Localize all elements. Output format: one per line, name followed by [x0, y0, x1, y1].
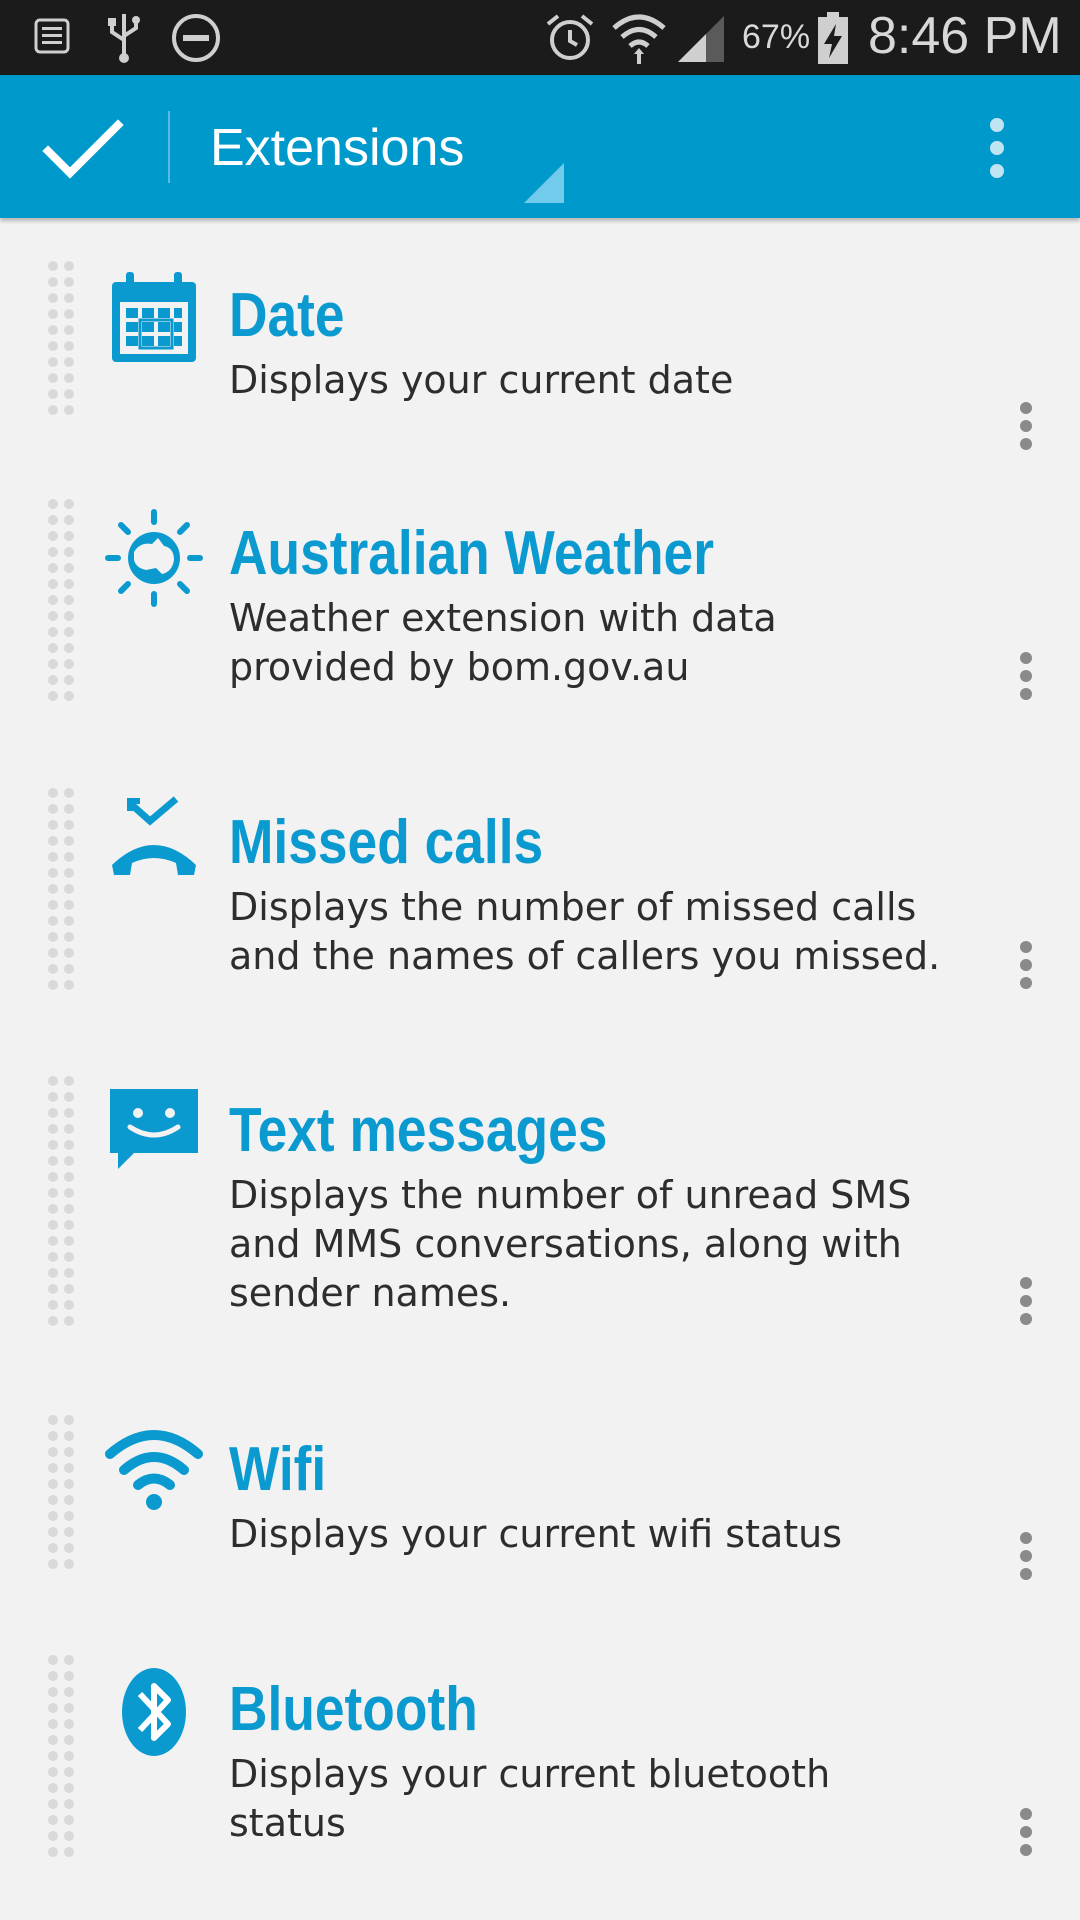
drag-handle-icon[interactable] — [46, 787, 80, 997]
wifi-icon — [105, 1430, 203, 1510]
weather-australia-icon — [105, 509, 203, 607]
extension-description: Displays your current wifi status — [229, 1512, 843, 1556]
drag-handle-icon[interactable] — [46, 1414, 80, 1576]
wifi-icon — [612, 14, 666, 64]
notification-icon — [34, 18, 70, 54]
item-menu-button[interactable] — [1006, 1273, 1046, 1343]
clock: 8:46 PM — [868, 7, 1062, 65]
status-bar: 67% 8:46 PM — [0, 0, 1080, 75]
usb-icon — [108, 14, 140, 63]
extension-description: Displays the number of unread SMS and MM… — [229, 1173, 912, 1315]
battery-percent: 67% — [742, 18, 811, 56]
item-menu-button[interactable] — [1006, 398, 1046, 468]
drag-handle-icon[interactable] — [46, 498, 80, 708]
missed-call-icon — [112, 796, 196, 875]
page-title: Extensions — [210, 119, 465, 177]
item-menu-button[interactable] — [1006, 648, 1046, 718]
extension-description: Displays the number of missed calls and … — [229, 885, 941, 978]
drag-handle-icon[interactable] — [46, 260, 80, 422]
extension-description: Weather extension with data provided by … — [229, 596, 777, 689]
extensions-spinner[interactable]: Extensions — [170, 75, 570, 218]
item-menu-button[interactable] — [1006, 937, 1046, 1007]
action-bar: Extensions — [0, 75, 1080, 218]
list-item-missed-calls[interactable]: Missed calls Displays the number of miss… — [0, 787, 1080, 1017]
do-not-disturb-icon — [172, 14, 220, 62]
check-icon — [42, 119, 124, 179]
signal-icon — [678, 16, 724, 62]
item-menu-button[interactable] — [1006, 1804, 1046, 1874]
done-button[interactable] — [30, 103, 140, 193]
extension-title: Australian Weather — [229, 519, 714, 588]
list-item-date[interactable]: Date Displays your current date — [0, 260, 1080, 450]
extension-title: Text messages — [229, 1096, 608, 1165]
extension-title: Wifi — [229, 1435, 327, 1504]
alarm-icon — [546, 14, 594, 60]
extension-title: Bluetooth — [229, 1675, 478, 1744]
battery-charging-icon — [818, 12, 848, 64]
item-menu-button[interactable] — [1006, 1528, 1046, 1598]
overflow-menu-button[interactable] — [974, 115, 1020, 185]
drag-handle-icon[interactable] — [46, 1075, 80, 1337]
extension-description: Displays your current bluetooth status — [229, 1752, 831, 1845]
bluetooth-icon — [122, 1668, 186, 1756]
sms-icon — [110, 1089, 198, 1169]
spinner-triangle-icon — [524, 163, 564, 203]
extension-description: Displays your current date — [229, 358, 734, 402]
extension-title: Date — [229, 281, 345, 350]
calendar-icon — [112, 272, 196, 362]
list-item-australian-weather[interactable]: Australian Weather Weather extension wit… — [0, 498, 1080, 728]
extension-title: Missed calls — [229, 808, 544, 877]
list-item-bluetooth[interactable]: Bluetooth Displays your current bluetoot… — [0, 1654, 1080, 1884]
more-vert-icon — [990, 118, 1004, 178]
list-item-text-messages[interactable]: Text messages Displays the number of unr… — [0, 1075, 1080, 1355]
drag-handle-icon[interactable] — [46, 1654, 80, 1864]
list-item-wifi[interactable]: Wifi Displays your current wifi status — [0, 1414, 1080, 1594]
